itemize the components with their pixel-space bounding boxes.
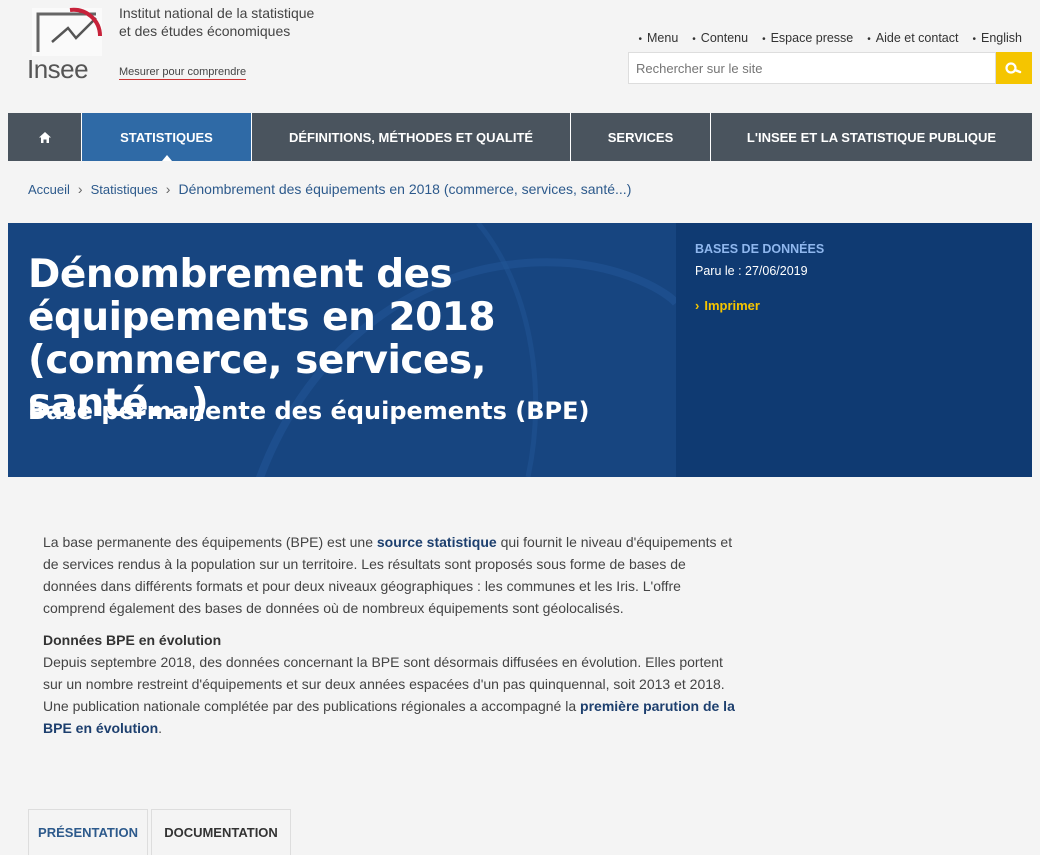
tab-presentation[interactable]: PRÉSENTATION — [28, 809, 148, 855]
section-heading: Données BPE en évolution — [43, 632, 222, 648]
publication-text-end: . — [158, 720, 163, 736]
tab-documentation[interactable]: DOCUMENTATION — [151, 809, 291, 855]
institute-name: Institut national de la statistique et d… — [119, 4, 359, 40]
top-link-english[interactable]: English — [972, 31, 1022, 45]
institute-name-line2: et des études économiques — [119, 23, 291, 39]
top-links: Menu Contenu Espace presse Aide et conta… — [638, 31, 1022, 45]
breadcrumb-separator-icon: › — [77, 181, 83, 197]
nav-home[interactable] — [8, 113, 82, 161]
page: Insee Institut national de la statistiqu… — [0, 0, 1040, 855]
page-subtitle: Base permanente des équipements (BPE) — [28, 397, 590, 425]
tagline: Mesurer pour comprendre — [119, 66, 247, 80]
source-statistique-link[interactable]: source statistique — [377, 534, 497, 550]
page-title-line1: Dénombrement des — [28, 252, 453, 297]
nav-services[interactable]: SERVICES — [571, 113, 711, 161]
publication-text: Une publication nationale complétée par … — [43, 698, 581, 714]
search-button[interactable] — [996, 52, 1032, 84]
main-nav: STATISTIQUES DÉFINITIONS, MÉTHODES ET QU… — [8, 113, 1032, 161]
breadcrumb-accueil[interactable]: Accueil — [28, 182, 70, 197]
intro-text: La base permanente des équipements (BPE)… — [43, 534, 377, 550]
main-content: La base permanente des équipements (BPE)… — [43, 531, 743, 739]
search-input[interactable] — [628, 52, 996, 84]
publication-paragraph: Une publication nationale complétée par … — [43, 695, 743, 739]
hero-title-panel: Dénombrement des équipements en 2018 (co… — [8, 223, 676, 477]
breadcrumb-statistiques[interactable]: Statistiques — [91, 182, 158, 197]
nav-statistiques[interactable]: STATISTIQUES — [82, 113, 252, 161]
print-label: Imprimer — [704, 298, 760, 313]
hero-meta-panel: BASES DE DONNÉES Paru le : 27/06/2019 › I… — [676, 223, 1032, 477]
evolution-paragraph: Depuis septembre 2018, des données conce… — [43, 654, 725, 692]
content-tabs: PRÉSENTATION DOCUMENTATION — [28, 809, 291, 855]
nav-definitions[interactable]: DÉFINITIONS, MÉTHODES ET QUALITÉ — [252, 113, 571, 161]
logo-wordmark[interactable]: Insee — [27, 54, 89, 85]
top-link-menu[interactable]: Menu — [638, 31, 678, 45]
top-link-espace-presse[interactable]: Espace presse — [762, 31, 854, 45]
site-header: Insee Institut national de la statistiqu… — [8, 0, 1032, 113]
intro-paragraph: La base permanente des équipements (BPE)… — [43, 531, 743, 619]
home-icon — [38, 131, 51, 143]
breadcrumb: Accueil › Statistiques › Dénombrement de… — [28, 181, 631, 197]
hero-banner: Dénombrement des équipements en 2018 (co… — [8, 223, 1032, 477]
top-link-contenu[interactable]: Contenu — [692, 31, 748, 45]
insee-logo-icon[interactable] — [30, 6, 104, 58]
nav-insee-statistique-publique[interactable]: L'INSEE ET LA STATISTIQUE PUBLIQUE — [711, 113, 1032, 161]
breadcrumb-current: Dénombrement des équipements en 2018 (co… — [178, 181, 632, 197]
publication-date: Paru le : 27/06/2019 — [695, 264, 808, 278]
breadcrumb-separator-icon: › — [165, 181, 171, 197]
top-link-aide-contact[interactable]: Aide et contact — [867, 31, 959, 45]
publication-category[interactable]: BASES DE DONNÉES — [695, 242, 824, 256]
institute-name-line1: Institut national de la statistique — [119, 5, 315, 21]
print-link[interactable]: › Imprimer — [695, 298, 760, 313]
chevron-right-icon: › — [695, 298, 700, 313]
page-title-line2: équipements en 2018 — [28, 295, 496, 340]
search-bar — [628, 52, 1032, 84]
search-icon — [1005, 62, 1022, 74]
